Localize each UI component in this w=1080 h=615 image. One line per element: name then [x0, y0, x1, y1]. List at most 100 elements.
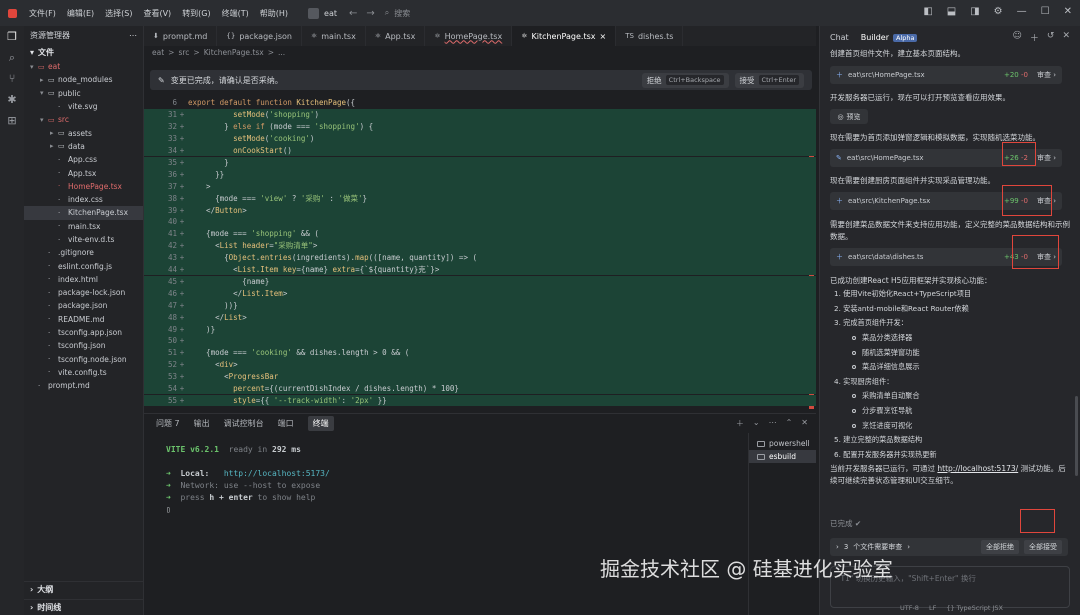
accept-all-button[interactable]: 全部接受 — [1024, 540, 1062, 554]
tree-item[interactable]: · App.tsx — [24, 166, 143, 179]
local-url-link[interactable]: http://localhost:5173/ — [224, 469, 330, 478]
editor-tab[interactable]: {} package.json — [217, 26, 302, 46]
terminal-output[interactable]: VITE v6.2.1 ready in 292 ms ➜ Local: htt… — [144, 433, 748, 615]
chat-scrollbar[interactable] — [1075, 396, 1078, 476]
reject-button[interactable]: 拒绝 Ctrl+Backspace — [641, 72, 729, 88]
status-item[interactable]: LF — [929, 604, 936, 612]
tree-item[interactable]: · package-lock.json — [24, 286, 143, 299]
add-icon[interactable]: ＋ — [1030, 31, 1039, 44]
close-icon[interactable]: ✕ — [1062, 31, 1070, 44]
layout-sidebar-icon[interactable]: ◧ — [923, 6, 932, 17]
tab-chat[interactable]: Chat — [830, 33, 849, 42]
more-actions-icon[interactable]: ⋯ — [769, 418, 777, 429]
accept-button[interactable]: 接受 Ctrl+Enter — [734, 72, 804, 88]
tree-item[interactable]: · KitchenPage.tsx — [24, 206, 143, 220]
layout-panel-icon[interactable]: ⬓ — [947, 6, 956, 17]
panel-tab[interactable]: 调试控制台 — [224, 418, 264, 429]
panel-tab[interactable]: 输出 — [194, 418, 210, 429]
settings-gear-icon[interactable]: ⚙ — [994, 6, 1003, 17]
source-control-icon[interactable]: ⑂ — [0, 68, 24, 89]
menu-edit[interactable]: 编辑(E) — [67, 8, 94, 19]
reject-all-button[interactable]: 全部拒绝 — [981, 540, 1019, 554]
tree-item[interactable]: · index.html — [24, 273, 143, 286]
chevron-down-icon[interactable]: ⌄ — [753, 418, 760, 429]
breadcrumb-item[interactable]: eat — [152, 48, 164, 57]
breadcrumb-item[interactable]: src — [178, 48, 189, 57]
tree-item[interactable]: ▾ ▭ src — [24, 113, 143, 126]
tree-item[interactable]: · App.css — [24, 153, 143, 166]
tree-item[interactable]: · HomePage.tsx — [24, 180, 143, 193]
minimize-icon[interactable]: — — [1017, 6, 1027, 17]
terminal-instance[interactable]: esbuild — [749, 450, 816, 463]
panel-tab[interactable]: 终端 — [307, 416, 334, 431]
tree-item[interactable]: ▾ ▭ public — [24, 87, 143, 100]
breadcrumb-item[interactable]: > — [193, 48, 199, 57]
menu-terminal[interactable]: 终端(T) — [222, 8, 249, 19]
close-window-icon[interactable]: ✕ — [1064, 6, 1072, 17]
review-button[interactable]: 审查 › — [1037, 153, 1056, 163]
tab-builder[interactable]: Builder Alpha — [861, 33, 918, 42]
maximize-panel-icon[interactable]: ⌃ — [786, 418, 793, 429]
more-actions-icon[interactable]: ⋯ — [129, 31, 137, 40]
status-item[interactable]: {} TypeScript JSX — [946, 604, 1003, 612]
tree-item[interactable]: · index.css — [24, 193, 143, 206]
panel-tab[interactable]: 问题 7 — [156, 418, 180, 429]
tree-item[interactable]: · tsconfig.json — [24, 339, 143, 352]
editor-tab[interactable]: ⚛ App.tsx — [366, 26, 426, 46]
localhost-link[interactable]: http://localhost:5173/ — [937, 464, 1018, 473]
tree-item[interactable]: · vite-env.d.ts — [24, 233, 143, 246]
back-arrow-icon[interactable]: ← — [349, 8, 357, 19]
new-chat-icon[interactable]: ☺ — [1013, 31, 1022, 44]
project-switcher[interactable]: eat — [308, 7, 337, 19]
tree-item[interactable]: · tsconfig.app.json — [24, 326, 143, 339]
tree-item[interactable]: · README.md — [24, 313, 143, 326]
debug-icon[interactable]: ✱ — [0, 89, 24, 110]
outline-section[interactable]: › 大纲 — [24, 581, 144, 597]
code-editor[interactable]: 6 export default function KitchenPage({31… — [144, 95, 816, 409]
breadcrumb-item[interactable]: > — [268, 48, 274, 57]
add-terminal-icon[interactable]: ＋ — [736, 418, 744, 429]
chevron-right-icon[interactable]: › — [836, 543, 839, 551]
menu-view[interactable]: 查看(V) — [143, 8, 171, 19]
editor-tab[interactable]: ⬇ prompt.md — [144, 26, 218, 46]
tree-item[interactable]: ▸ ▭ node_modules — [24, 73, 143, 86]
panel-tab[interactable]: 端口 — [278, 418, 294, 429]
tree-item[interactable]: · vite.svg — [24, 100, 143, 113]
editor-tab[interactable]: ⚛ main.tsx — [302, 26, 366, 46]
close-panel-icon[interactable]: ✕ — [801, 418, 808, 429]
search-box[interactable]: ⌕ 搜索 — [385, 8, 410, 19]
explorer-icon[interactable]: ❐ — [0, 26, 24, 47]
timeline-section[interactable]: › 时间线 — [24, 599, 144, 615]
forward-arrow-icon[interactable]: → — [366, 8, 374, 19]
tree-item[interactable]: · package.json — [24, 299, 143, 312]
status-item[interactable]: UTF-8 — [900, 604, 919, 612]
review-button[interactable]: 审查 › — [1037, 70, 1056, 80]
tree-item[interactable]: ▾ ▭ eat — [24, 60, 143, 73]
menu-selection[interactable]: 选择(S) — [105, 8, 132, 19]
tree-item[interactable]: · prompt.md — [24, 379, 143, 392]
history-icon[interactable]: ↺ — [1047, 31, 1055, 44]
file-change-card[interactable]: ＋ eat\src\HomePage.tsx +20 -0 审查 › — [830, 66, 1062, 84]
layout-secondary-icon[interactable]: ◨ — [970, 6, 979, 17]
menu-go[interactable]: 转到(G) — [182, 8, 210, 19]
tree-item[interactable]: · main.tsx — [24, 220, 143, 233]
tree-item[interactable]: · tsconfig.node.json — [24, 353, 143, 366]
maximize-icon[interactable]: ☐ — [1041, 6, 1050, 17]
terminal-instance[interactable]: powershell — [749, 437, 816, 450]
search-view-icon[interactable]: ⌕ — [0, 47, 24, 68]
breadcrumb-item[interactable]: KitchenPage.tsx — [204, 48, 264, 57]
tree-item[interactable]: · vite.config.ts — [24, 366, 143, 379]
breadcrumb-item[interactable]: ... — [278, 48, 285, 57]
tree-item[interactable]: ▸ ▭ assets — [24, 126, 143, 139]
editor-tab[interactable]: ⚛ KitchenPage.tsx × — [512, 26, 617, 46]
tree-item[interactable]: ▸ ▭ data — [24, 140, 143, 153]
files-section-header[interactable]: ▾ 文件 — [24, 44, 143, 60]
menu-help[interactable]: 帮助(H) — [260, 8, 288, 19]
menu-file[interactable]: 文件(F) — [29, 8, 56, 19]
breadcrumb-item[interactable]: > — [168, 48, 174, 57]
editor-tab[interactable]: TS dishes.ts — [616, 26, 684, 46]
editor-tab[interactable]: ⚛ HomePage.tsx — [425, 26, 513, 46]
preview-button[interactable]: ◎ 预览 — [830, 109, 868, 124]
tree-item[interactable]: · .gitignore — [24, 246, 143, 259]
tree-item[interactable]: · eslint.config.js — [24, 259, 143, 272]
